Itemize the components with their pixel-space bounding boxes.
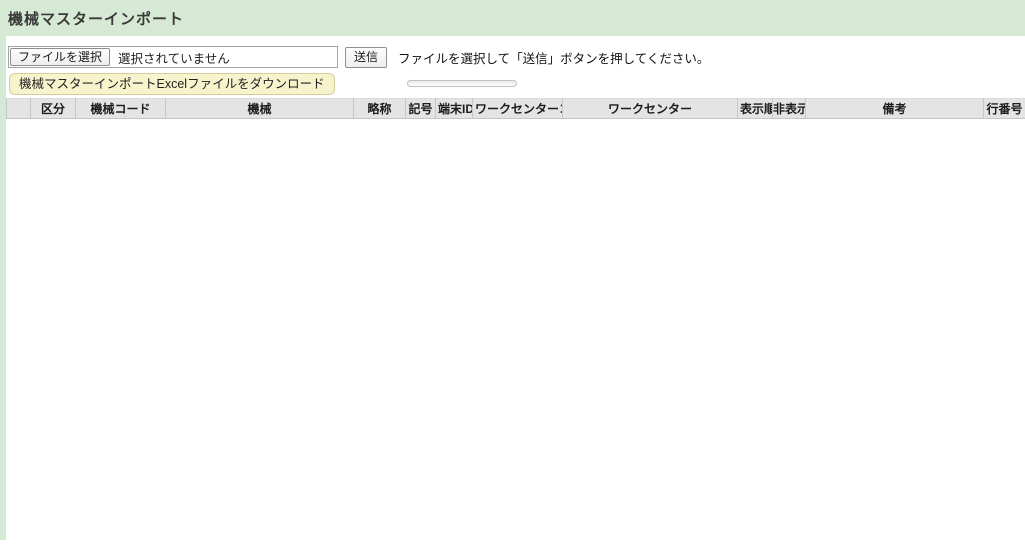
download-excel-button[interactable]: 機械マスターインポートExcelファイルをダウンロード (9, 72, 335, 95)
column-header-machine: 機械 (165, 98, 354, 119)
table-header-row: 区分 機械コード 機械 略称 記号 端末ID ワークセンターコード ワークセンタ… (6, 98, 1025, 119)
submit-button[interactable]: 送信 (345, 46, 388, 68)
upload-row: ファイルを選択 選択されていません 送信 ファイルを選択して「送信」ボタンを押し… (8, 46, 1025, 68)
progress-bar (406, 80, 517, 87)
content-area: ファイルを選択 選択されていません 送信 ファイルを選択して「送信」ボタンを押し… (0, 36, 1025, 540)
column-header-hidden: 非表示 (772, 98, 806, 119)
app-header: 機械マスターインポート (0, 0, 1025, 36)
column-header-terminal-id: 端末ID (435, 98, 473, 119)
column-header-workcenter: ワークセンター (562, 98, 738, 119)
column-header-workcenter-code: ワークセンターコード (472, 98, 563, 119)
column-header-blank (6, 98, 31, 119)
column-header-kubun: 区分 (30, 98, 76, 119)
column-header-remarks: 備考 (805, 98, 984, 119)
download-row: 機械マスターインポートExcelファイルをダウンロード (8, 72, 1025, 95)
column-header-row-number: 行番号 (983, 98, 1025, 119)
file-status-text: 選択されていません (118, 51, 230, 66)
column-header-display-order: 表示順 (737, 98, 773, 119)
upload-instruction: ファイルを選択して「送信」ボタンを押してください。 (398, 51, 710, 66)
import-preview-table: 区分 機械コード 機械 略称 記号 端末ID ワークセンターコード ワークセンタ… (6, 98, 1025, 119)
file-input[interactable]: ファイルを選択 選択されていません (8, 46, 338, 68)
file-select-button[interactable]: ファイルを選択 (10, 48, 111, 66)
column-header-abbreviation: 略称 (353, 98, 406, 119)
page-title: 機械マスターインポート (8, 10, 185, 28)
column-header-machine-code: 機械コード (75, 98, 166, 119)
column-header-symbol: 記号 (405, 98, 436, 119)
